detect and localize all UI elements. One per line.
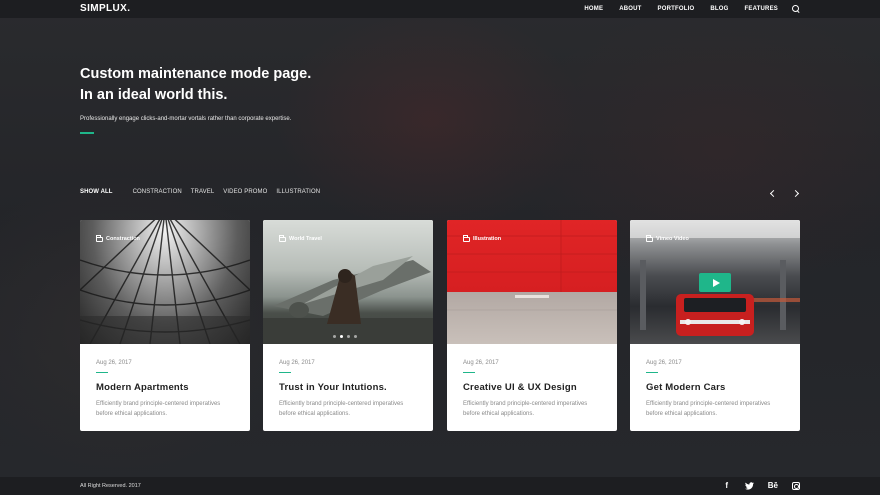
slider-dot[interactable]: [333, 335, 336, 338]
card-image-plane-wreck: World Travel: [263, 220, 433, 344]
instagram-icon[interactable]: [792, 482, 800, 490]
play-icon: [712, 278, 720, 287]
hero-title-line-2: In an ideal world this.: [80, 87, 228, 103]
card-category-label: World Travel: [289, 236, 322, 242]
portfolio-card-trust-in-your-intutions[interactable]: World Travel Aug 26, 2017 Trust in Your …: [263, 220, 433, 431]
main-nav: HOME ABOUT PORTFOLIO BLOG FEATURES: [568, 0, 800, 18]
card-date: Aug 26, 2017: [96, 360, 132, 366]
card-excerpt: Efficiently brand principle-centered imp…: [463, 399, 601, 419]
card-category-label: Vimeo Video: [656, 236, 689, 242]
twitter-bird-glyph: [744, 482, 754, 490]
card-category-label: Illustration: [473, 236, 502, 242]
card-body: Aug 26, 2017 Modern Apartments Efficient…: [80, 344, 250, 419]
social-links: f Bē: [709, 480, 800, 492]
card-date: Aug 26, 2017: [279, 360, 315, 366]
card-title[interactable]: Get Modern Cars: [646, 382, 784, 393]
brand-logo[interactable]: SIMPLUX.: [80, 3, 130, 14]
folder-icon: [96, 235, 103, 242]
portfolio-card-modern-apartments[interactable]: Constraction Aug 26, 2017 Modern Apartme…: [80, 220, 250, 431]
card-accent-divider: [646, 372, 658, 374]
hero-title-line-1: Custom maintenance mode page.: [80, 66, 312, 82]
portfolio-card-get-modern-cars[interactable]: Vimeo Video Aug 26, 2017 Get Modern Cars…: [630, 220, 800, 431]
portfolio-card-creative-ui-ux-design[interactable]: Illustration Aug 26, 2017 Creative UI & …: [447, 220, 617, 431]
card-category-tag[interactable]: Vimeo Video: [646, 235, 689, 242]
card-category-tag[interactable]: World Travel: [279, 235, 322, 242]
card-category-label: Constraction: [106, 236, 140, 242]
card-body: Aug 26, 2017 Get Modern Cars Efficiently…: [630, 344, 800, 419]
card-excerpt-line-2: before ethical applications.: [279, 411, 351, 418]
chevron-right-icon[interactable]: [788, 186, 802, 200]
card-excerpt: Efficiently brand principle-centered imp…: [279, 399, 417, 419]
filter-constraction[interactable]: CONSTRACTION: [133, 189, 182, 195]
portfolio-filters: SHOW ALL CONSTRACTION TRAVEL VIDEO PROMO…: [80, 189, 329, 195]
filter-illustration[interactable]: ILLUSTRATION: [276, 189, 320, 195]
card-accent-divider: [279, 372, 291, 374]
card-title[interactable]: Trust in Your Intutions.: [279, 382, 417, 393]
card-excerpt: Efficiently brand principle-centered imp…: [96, 399, 234, 419]
card-excerpt-line-2: before ethical applications.: [646, 411, 718, 418]
top-navigation-bar: SIMPLUX. HOME ABOUT PORTFOLIO BLOG FEATU…: [0, 0, 880, 18]
slider-dot-active[interactable]: [340, 335, 343, 338]
card-accent-divider: [96, 372, 108, 374]
search-icon[interactable]: [792, 5, 800, 13]
card-category-tag[interactable]: Constraction: [96, 235, 140, 242]
card-body: Aug 26, 2017 Trust in Your Intutions. Ef…: [263, 344, 433, 419]
filter-travel[interactable]: TRAVEL: [191, 189, 215, 195]
card-excerpt-line-1: Efficiently brand principle-centered imp…: [279, 401, 404, 408]
slider-dot[interactable]: [354, 335, 357, 338]
card-excerpt-line-1: Efficiently brand principle-centered imp…: [463, 401, 588, 408]
card-date: Aug 26, 2017: [463, 360, 499, 366]
filter-video-promo[interactable]: VIDEO PROMO: [223, 189, 267, 195]
folder-icon: [279, 235, 286, 242]
folder-icon: [646, 235, 653, 242]
card-excerpt-line-1: Efficiently brand principle-centered imp…: [646, 401, 771, 408]
card-excerpt-line-1: Efficiently brand principle-centered imp…: [96, 401, 221, 408]
card-title[interactable]: Modern Apartments: [96, 382, 234, 393]
card-image-red-wall: Illustration: [447, 220, 617, 344]
nav-item-about[interactable]: ABOUT: [619, 6, 641, 12]
card-image-garage-car: Vimeo Video: [630, 220, 800, 344]
slider-dots: [333, 335, 361, 338]
hero-title: Custom maintenance mode page. In an idea…: [80, 64, 311, 106]
carousel-arrows: [758, 186, 802, 200]
nav-item-portfolio[interactable]: PORTFOLIO: [658, 6, 695, 12]
card-image-building: Constraction: [80, 220, 250, 344]
twitter-icon[interactable]: [744, 482, 754, 490]
card-excerpt: Efficiently brand principle-centered imp…: [646, 399, 784, 419]
nav-item-home[interactable]: HOME: [584, 6, 603, 12]
nav-item-blog[interactable]: BLOG: [710, 6, 728, 12]
card-category-tag[interactable]: Illustration: [463, 235, 502, 242]
hero-accent-divider: [80, 132, 94, 134]
filter-show-all[interactable]: SHOW ALL: [80, 189, 113, 195]
card-body: Aug 26, 2017 Creative UI & UX Design Eff…: [447, 344, 617, 419]
chevron-left-icon[interactable]: [766, 186, 780, 200]
behance-icon[interactable]: Bē: [768, 480, 778, 492]
facebook-icon[interactable]: f: [723, 480, 731, 492]
footer: All Right Reserved. 2017 f Bē: [0, 477, 880, 495]
card-excerpt-line-2: before ethical applications.: [463, 411, 535, 418]
card-accent-divider: [463, 372, 475, 374]
card-title[interactable]: Creative UI & UX Design: [463, 382, 601, 393]
card-date: Aug 26, 2017: [646, 360, 682, 366]
copyright-text: All Right Reserved. 2017: [80, 483, 141, 489]
slider-dot[interactable]: [347, 335, 350, 338]
instagram-glyph: [792, 482, 800, 490]
folder-icon: [463, 235, 470, 242]
hero-subtitle: Professionally engage clicks-and-mortar …: [80, 116, 292, 122]
play-button[interactable]: [699, 273, 731, 292]
nav-item-features[interactable]: FEATURES: [745, 6, 779, 12]
card-excerpt-line-2: before ethical applications.: [96, 411, 168, 418]
